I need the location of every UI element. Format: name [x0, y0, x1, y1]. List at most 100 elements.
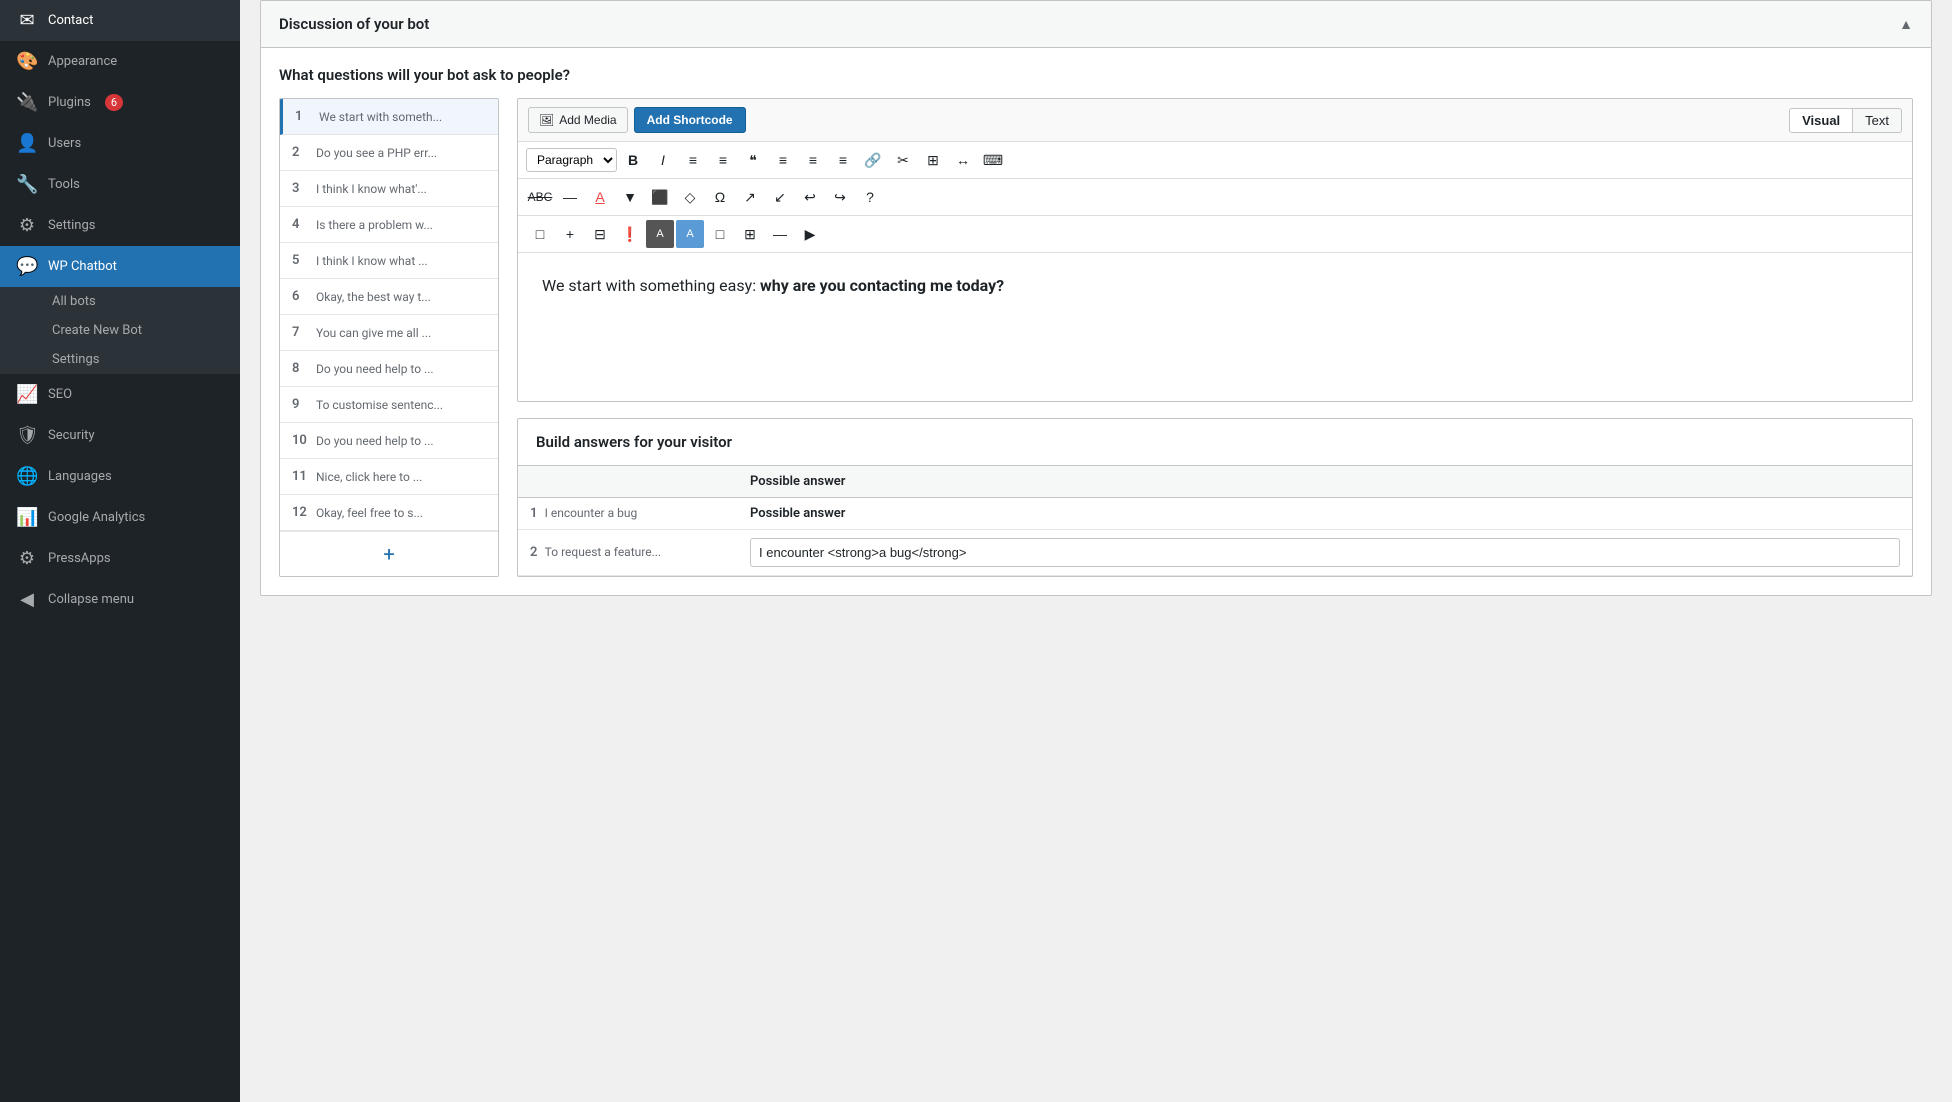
- link-button[interactable]: 🔗: [859, 146, 887, 174]
- font-bg2-button[interactable]: A: [676, 220, 704, 248]
- hr-button[interactable]: —: [556, 183, 584, 211]
- sidebar-item-contact[interactable]: ✉ Contact: [0, 0, 240, 41]
- unlink-button[interactable]: ✂: [889, 146, 917, 174]
- plugins-badge: 6: [105, 94, 123, 111]
- font-color-button[interactable]: A: [586, 183, 614, 211]
- text-tab[interactable]: Text: [1853, 108, 1902, 133]
- languages-icon: 🌐: [16, 466, 38, 487]
- panel-title: Discussion of your bot: [279, 15, 429, 33]
- question-item[interactable]: 2Do you see a PHP err...: [280, 135, 498, 171]
- possible-answer-cell: Possible answer: [738, 498, 1912, 530]
- sidebar-item-tools[interactable]: 🔧 Tools: [0, 164, 240, 205]
- sidebar-item-users[interactable]: 👤 Users: [0, 123, 240, 164]
- question-item[interactable]: 4Is there a problem w...: [280, 207, 498, 243]
- wp-chatbot-icon: 💬: [16, 256, 38, 277]
- sidebar-item-pressapps[interactable]: ⚙ PressApps: [0, 538, 240, 579]
- add-media-button[interactable]: 🖼 Add Media: [528, 107, 628, 133]
- question-item[interactable]: 10Do you need help to ...: [280, 423, 498, 459]
- align-center-button[interactable]: ≡: [799, 146, 827, 174]
- outdent-button[interactable]: ↙: [766, 183, 794, 211]
- box-button[interactable]: □: [526, 220, 554, 248]
- sidebar-item-google-analytics[interactable]: 📊 Google Analytics: [0, 497, 240, 538]
- insert-button[interactable]: ⊞: [919, 146, 947, 174]
- visual-text-toggle: Visual Text: [1789, 108, 1902, 133]
- question-item[interactable]: 12Okay, feel free to s...: [280, 495, 498, 531]
- strikethrough-button[interactable]: ABC: [526, 183, 554, 211]
- paragraph-select[interactable]: Paragraph: [526, 148, 617, 172]
- main-content: Discussion of your bot ▲ What questions …: [240, 0, 1952, 1102]
- question-item[interactable]: 9To customise sentenc...: [280, 387, 498, 423]
- question-item[interactable]: 3I think I know what'...: [280, 171, 498, 207]
- appearance-icon: 🎨: [16, 51, 38, 72]
- sidebar-item-appearance[interactable]: 🎨 Appearance: [0, 41, 240, 82]
- media-button[interactable]: ▶: [796, 220, 824, 248]
- sidebar-item-wp-chatbot[interactable]: 💬 WP Chatbot: [0, 246, 240, 287]
- answer-label-cell: 2 To request a feature...: [518, 530, 738, 576]
- question-item[interactable]: 7You can give me all ...: [280, 315, 498, 351]
- page-break-button[interactable]: □: [706, 220, 734, 248]
- editor-toolbar-top: 🖼 Add Media Add Shortcode Visual Text: [518, 99, 1912, 142]
- panel-collapse-icon[interactable]: ▲: [1899, 16, 1913, 33]
- kitchen-sink-button[interactable]: ⌨: [979, 146, 1007, 174]
- italic-button[interactable]: I: [649, 146, 677, 174]
- paste-text-button[interactable]: ⬛: [646, 183, 674, 211]
- sidebar-item-collapse-menu[interactable]: ◀ Collapse menu: [0, 579, 240, 620]
- answers-table: Possible answer 1 I encounter a bug Poss…: [518, 466, 1912, 576]
- plus-button[interactable]: +: [556, 220, 584, 248]
- sidebar-item-plugins[interactable]: 🔌 Plugins 6: [0, 82, 240, 123]
- ordered-list-button[interactable]: ≡: [709, 146, 737, 174]
- sidebar-item-security[interactable]: 🛡 Security: [0, 415, 240, 456]
- sidebar-item-seo[interactable]: 📈 SEO: [0, 374, 240, 415]
- special-chars-button[interactable]: Ω: [706, 183, 734, 211]
- undo-button[interactable]: ↩: [796, 183, 824, 211]
- editor-area: 🖼 Add Media Add Shortcode Visual Text: [517, 98, 1913, 402]
- build-answers-section: Build answers for your visitor Possible …: [517, 418, 1913, 577]
- editor-toolbar-row2: ABC — A ▼ ⬛ ◇ Ω ↗ ↙ ↩ ↪ ?: [518, 179, 1912, 216]
- tools-icon: 🔧: [16, 174, 38, 195]
- unordered-list-button[interactable]: ≡: [679, 146, 707, 174]
- divider-button[interactable]: —: [766, 220, 794, 248]
- editor-content[interactable]: We start with something easy: why are yo…: [518, 253, 1912, 393]
- possible-answer-input-cell[interactable]: [738, 530, 1912, 576]
- add-shortcode-button[interactable]: Add Shortcode: [634, 107, 746, 133]
- answer-label-cell: 1 I encounter a bug: [518, 498, 738, 530]
- visual-tab[interactable]: Visual: [1789, 108, 1853, 133]
- sidebar-sub-create-new-bot[interactable]: Create New Bot: [0, 316, 240, 345]
- fullscreen-button[interactable]: ↔: [949, 146, 977, 174]
- redo-button[interactable]: ↪: [826, 183, 854, 211]
- font-bg-button[interactable]: A: [646, 220, 674, 248]
- sidebar-item-settings[interactable]: ⚙ Settings: [0, 205, 240, 246]
- sidebar-item-languages[interactable]: 🌐 Languages: [0, 456, 240, 497]
- sidebar-sub-all-bots[interactable]: All bots: [0, 287, 240, 316]
- seo-icon: 📈: [16, 384, 38, 405]
- build-answers-label: Build answers for your visitor: [518, 419, 1912, 466]
- question-item[interactable]: 11Nice, click here to ...: [280, 459, 498, 495]
- add-question-button[interactable]: +: [280, 531, 498, 576]
- align-left-button[interactable]: ≡: [769, 146, 797, 174]
- question-item[interactable]: 6Okay, the best way t...: [280, 279, 498, 315]
- alert-button[interactable]: ❗: [616, 220, 644, 248]
- panel-body: What questions will your bot ask to peop…: [261, 48, 1931, 595]
- question-item[interactable]: 5I think I know what ...: [280, 243, 498, 279]
- question-item[interactable]: 1We start with someth...: [280, 99, 498, 135]
- bold-button[interactable]: B: [619, 146, 647, 174]
- plugins-icon: 🔌: [16, 92, 38, 113]
- sidebar: ✉ Contact 🎨 Appearance 🔌 Plugins 6 👤 Use…: [0, 0, 240, 1102]
- blockquote-button[interactable]: ❝: [739, 146, 767, 174]
- help-button[interactable]: ?: [856, 183, 884, 211]
- settings-icon: ⚙: [16, 215, 38, 236]
- possible-answer-input[interactable]: [750, 538, 1900, 567]
- question-item[interactable]: 8Do you need help to ...: [280, 351, 498, 387]
- collapse-icon: ◀: [16, 589, 38, 610]
- columns-button[interactable]: ⊞: [736, 220, 764, 248]
- security-icon: 🛡: [16, 425, 38, 446]
- indent-button[interactable]: ↗: [736, 183, 764, 211]
- editor-toolbar-row1: Paragraph B I ≡ ≡ ❝ ≡ ≡ ≡ 🔗 ✂ ⊞: [518, 142, 1912, 179]
- question-list: 1We start with someth...2Do you see a PH…: [279, 98, 499, 577]
- font-color-dropdown[interactable]: ▼: [616, 183, 644, 211]
- table-button[interactable]: ⊟: [586, 220, 614, 248]
- clear-formatting-button[interactable]: ◇: [676, 183, 704, 211]
- align-right-button[interactable]: ≡: [829, 146, 857, 174]
- section-question-label: What questions will your bot ask to peop…: [279, 66, 1913, 84]
- sidebar-sub-settings[interactable]: Settings: [0, 345, 240, 374]
